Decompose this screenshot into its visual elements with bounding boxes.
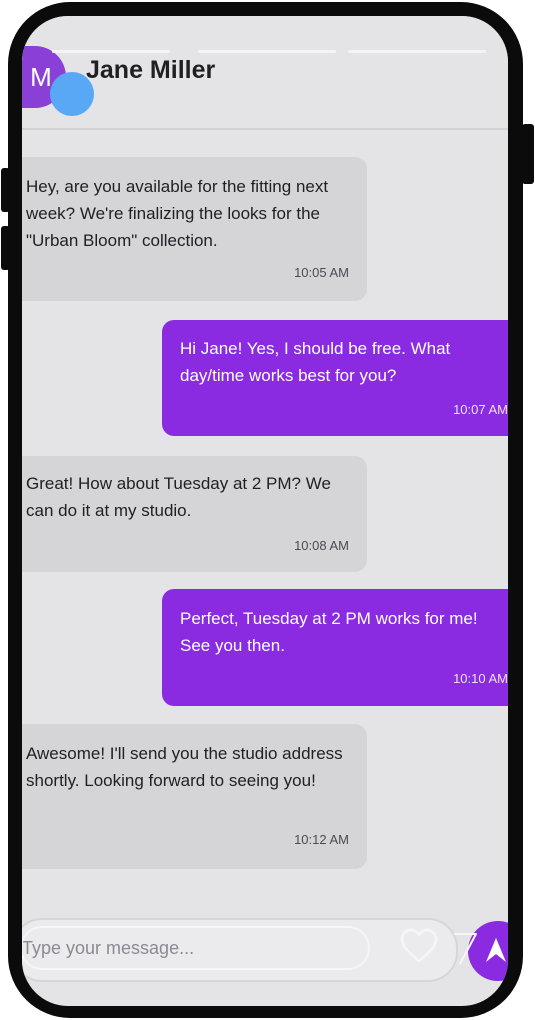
message-text: Great! How about Tuesday at 2 PM? We can… xyxy=(26,474,331,520)
message-outgoing[interactable]: Perfect, Tuesday at 2 PM works for me! S… xyxy=(162,589,508,706)
message-text: Hi Jane! Yes, I should be free. What day… xyxy=(180,339,451,385)
message-time: 10:08 AM xyxy=(294,538,349,553)
message-incoming[interactable]: Great! How about Tuesday at 2 PM? We can… xyxy=(22,456,367,572)
contact-name[interactable]: Jane Miller xyxy=(86,56,215,85)
volume-up-button xyxy=(1,168,10,212)
chat-header: M Jane Miller xyxy=(22,16,508,130)
heart-icon[interactable] xyxy=(400,928,438,964)
message-incoming[interactable]: Hey, are you available for the fitting n… xyxy=(22,157,367,301)
message-text: Perfect, Tuesday at 2 PM works for me! S… xyxy=(180,609,478,655)
story-progress-bar xyxy=(198,50,336,53)
message-input[interactable] xyxy=(22,926,370,970)
message-incoming[interactable]: Awesome! I'll send you the studio addres… xyxy=(22,724,367,869)
story-progress-bar xyxy=(52,50,170,53)
message-composer xyxy=(22,918,458,982)
message-time: 10:05 AM xyxy=(294,265,349,280)
message-time: 10:10 AM xyxy=(453,671,508,686)
message-outgoing[interactable]: Hi Jane! Yes, I should be free. What day… xyxy=(162,320,508,436)
send-icon xyxy=(454,933,506,965)
message-time: 10:07 AM xyxy=(453,402,508,417)
volume-down-button xyxy=(1,226,10,270)
chat-screen: M Jane Miller Hey, are you available for… xyxy=(22,16,508,1006)
message-time: 10:12 AM xyxy=(294,832,349,847)
power-button xyxy=(522,124,534,184)
message-text: Hey, are you available for the fitting n… xyxy=(26,177,329,250)
story-progress-bar xyxy=(348,50,486,53)
message-text: Awesome! I'll send you the studio addres… xyxy=(26,744,343,790)
